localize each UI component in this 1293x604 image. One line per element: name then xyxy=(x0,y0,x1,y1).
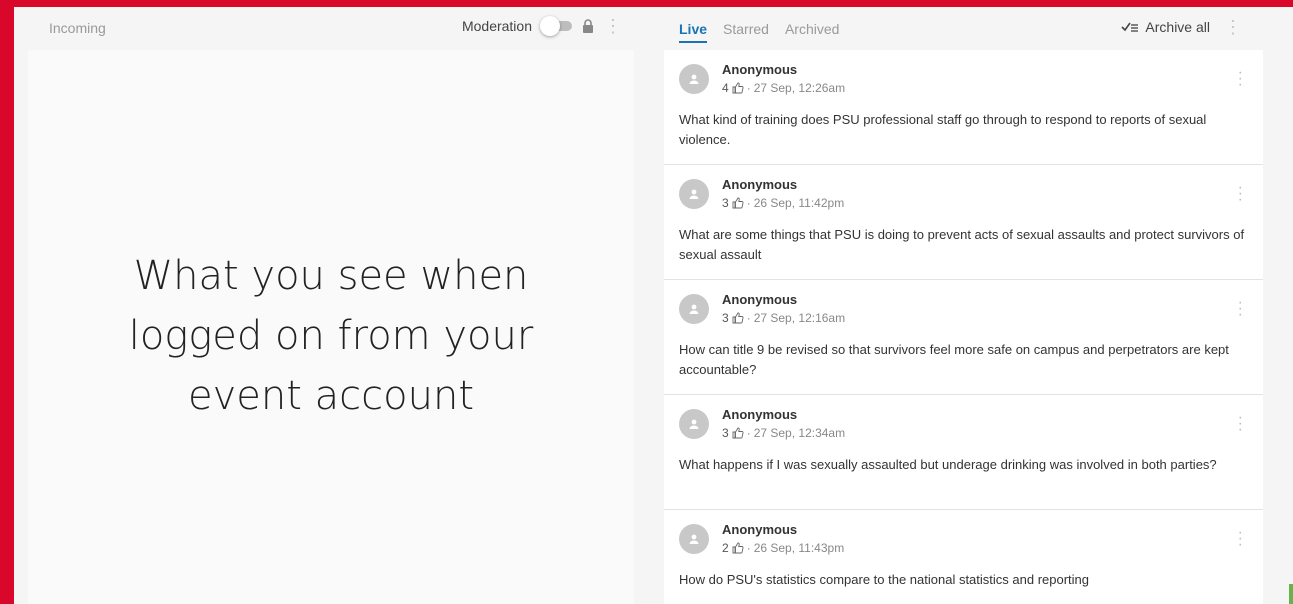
user-icon xyxy=(689,189,699,199)
feed-tabs: Live Starred Archived xyxy=(679,21,839,43)
thumbs-up-icon[interactable] xyxy=(732,542,744,554)
question-time: 26 Sep, 11:43pm xyxy=(753,541,845,555)
question-menu-icon[interactable]: · · · xyxy=(1238,180,1243,208)
avatar xyxy=(679,64,709,94)
question-meta: 3 · 26 Sep, 11:42pm xyxy=(722,196,844,210)
question-card[interactable]: Anonymous 3 · 26 Sep, 11:42pm · · · What a… xyxy=(664,165,1263,280)
archive-all-button[interactable]: Archive all ⋮ xyxy=(1121,18,1244,36)
question-text: How do PSU's statistics compare to the n… xyxy=(679,572,1090,587)
lock-icon[interactable] xyxy=(582,19,594,33)
question-text: How can title 9 be revised so that survi… xyxy=(679,342,1229,377)
incoming-header: Incoming Moderation ⋮ xyxy=(14,7,634,49)
app-stage: Incoming Moderation ⋮ What you see when … xyxy=(14,7,1293,604)
user-icon xyxy=(689,304,699,314)
meta-separator: · xyxy=(746,81,751,95)
user-icon xyxy=(689,534,699,544)
question-card[interactable]: Anonymous 3 · 27 Sep, 12:16am · · · How ca… xyxy=(664,280,1263,395)
like-count: 4 xyxy=(722,81,729,95)
thumbs-up-icon[interactable] xyxy=(732,427,744,439)
feed-header: Live Starred Archived Archive all ⋮ xyxy=(664,7,1264,49)
question-author: Anonymous xyxy=(722,522,798,537)
question-author: Anonymous xyxy=(722,292,798,307)
tab-starred[interactable]: Starred xyxy=(723,21,769,37)
slide-caption: What you see when logged on from your ev… xyxy=(28,246,634,426)
question-card[interactable]: Anonymous 4 · 27 Sep, 12:26am · · · What k… xyxy=(664,50,1263,165)
scroll-indicator xyxy=(1289,584,1293,604)
incoming-panel: What you see when logged on from your ev… xyxy=(28,50,634,604)
question-author: Anonymous xyxy=(722,62,798,77)
question-time: 27 Sep, 12:16am xyxy=(753,311,846,325)
user-icon xyxy=(689,74,699,84)
meta-separator: · xyxy=(746,311,751,325)
moderation-label: Moderation xyxy=(461,18,532,34)
question-feed: Anonymous 4 · 27 Sep, 12:26am · · · What k… xyxy=(664,50,1263,604)
caption-line: logged on from your xyxy=(128,313,534,359)
tab-archived[interactable]: Archived xyxy=(785,21,839,37)
meta-separator: · xyxy=(746,541,751,555)
question-text: What kind of training does PSU professio… xyxy=(679,112,1207,147)
question-text: What are some things that PSU is doing t… xyxy=(679,227,1245,262)
question-meta: 4 · 27 Sep, 12:26am xyxy=(722,81,845,95)
avatar xyxy=(679,179,709,209)
question-time: 27 Sep, 12:34am xyxy=(753,426,846,440)
tab-live[interactable]: Live xyxy=(679,21,708,43)
avatar xyxy=(679,524,709,554)
checklist-icon xyxy=(1121,22,1139,32)
question-menu-icon[interactable]: · · · xyxy=(1238,525,1243,553)
question-time: 27 Sep, 12:26am xyxy=(753,81,846,95)
thumbs-up-icon[interactable] xyxy=(732,82,744,94)
question-menu-icon[interactable]: · · · xyxy=(1238,65,1243,93)
meta-separator: · xyxy=(746,196,751,210)
like-count: 3 xyxy=(722,196,729,210)
incoming-label: Incoming xyxy=(49,20,106,36)
avatar xyxy=(679,294,709,324)
caption-line: event account xyxy=(188,373,474,419)
question-meta: 3 · 27 Sep, 12:34am xyxy=(722,426,845,440)
moderation-toggle[interactable] xyxy=(540,16,574,36)
user-icon xyxy=(689,419,699,429)
question-card[interactable]: Anonymous 3 · 27 Sep, 12:34am · · · What h… xyxy=(664,395,1263,510)
like-count: 3 xyxy=(722,426,729,440)
question-author: Anonymous xyxy=(722,407,798,422)
thumbs-up-icon[interactable] xyxy=(732,197,744,209)
question-meta: 2 · 26 Sep, 11:43pm xyxy=(722,541,844,555)
moderation-controls: Moderation ⋮ xyxy=(461,16,624,36)
question-menu-icon[interactable]: · · · xyxy=(1238,295,1243,323)
avatar xyxy=(679,409,709,439)
caption-line: What you see when xyxy=(133,253,529,299)
question-meta: 3 · 27 Sep, 12:16am xyxy=(722,311,845,325)
question-author: Anonymous xyxy=(722,177,798,192)
incoming-menu-icon[interactable]: ⋮ xyxy=(602,17,624,35)
toggle-knob xyxy=(540,16,560,36)
question-time: 26 Sep, 11:42pm xyxy=(753,196,845,210)
like-count: 2 xyxy=(722,541,729,555)
thumbs-up-icon[interactable] xyxy=(732,312,744,324)
question-text: What happens if I was sexually assaulted… xyxy=(679,457,1217,472)
like-count: 3 xyxy=(722,311,729,325)
archive-all-label: Archive all xyxy=(1145,19,1210,35)
question-menu-icon[interactable]: · · · xyxy=(1238,410,1243,438)
meta-separator: · xyxy=(746,426,751,440)
question-card[interactable]: Anonymous 2 · 26 Sep, 11:43pm · · · How do… xyxy=(664,510,1263,604)
feed-menu-icon[interactable]: ⋮ xyxy=(1222,18,1244,36)
